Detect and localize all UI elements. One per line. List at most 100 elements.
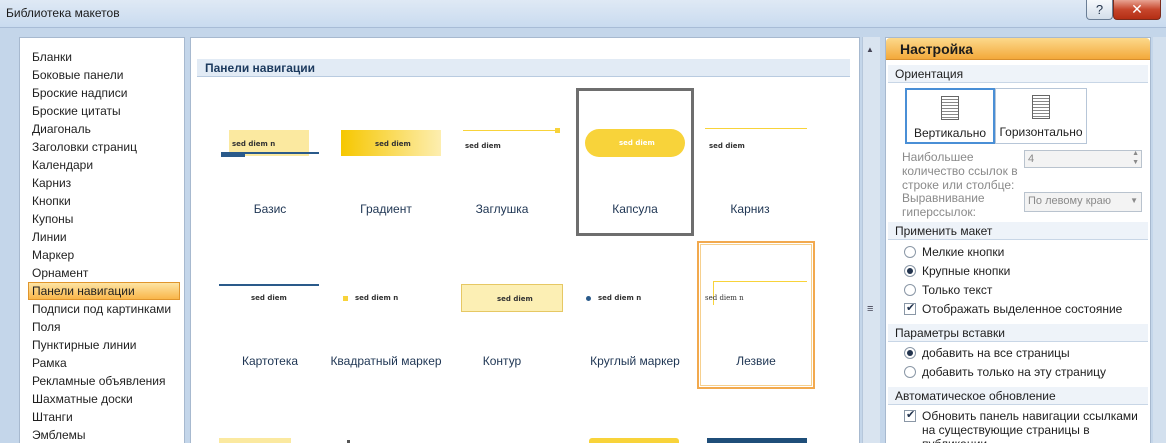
category-item[interactable]: Рамка (28, 354, 180, 372)
design-tile-blade[interactable]: sed diem n Лезвие (697, 241, 815, 389)
category-item[interactable]: Пунктирные линии (28, 336, 180, 354)
tile-label: Базис (253, 202, 287, 216)
category-item[interactable]: Броские надписи (28, 84, 180, 102)
chevron-down-icon: ▼ (1130, 196, 1138, 205)
category-item-selected[interactable]: Панели навигации (28, 282, 180, 300)
preview-bar (589, 438, 679, 443)
design-gallery: Панели навигации sed diem n Базис sed di… (190, 37, 860, 443)
preview-text: sed diem n (355, 294, 399, 302)
preview-marker (343, 296, 348, 301)
preview-bar (707, 438, 807, 443)
radio-text-only-label: Только текст (922, 283, 993, 297)
preview-text: sed diem n (232, 140, 276, 148)
design-tile-gradient[interactable]: sed diem Градиент (327, 90, 445, 238)
spinner-arrows-icon: ▲ ▼ (1132, 150, 1139, 166)
category-item[interactable]: Штанги (28, 408, 180, 426)
vertical-page-icon (941, 96, 959, 120)
category-item[interactable]: Шахматные доски (28, 390, 180, 408)
close-icon: ✕ (1131, 1, 1143, 17)
preview-line (219, 284, 319, 286)
design-tile-placeholder[interactable]: sed diem Заглушка (443, 90, 561, 238)
preview-line (713, 281, 807, 282)
preview-text: sed diem (497, 295, 533, 303)
help-button[interactable]: ? (1086, 0, 1113, 20)
category-item[interactable]: Линии (28, 228, 180, 246)
radio-small-buttons[interactable] (904, 246, 916, 258)
horizontal-page-icon (1032, 95, 1050, 119)
checkbox-show-selected[interactable] (904, 301, 916, 315)
align-dropdown[interactable]: По левому краю ▼ (1024, 192, 1142, 212)
settings-pane: Настройка Ориентация Вертикально Горизон… (885, 37, 1151, 443)
category-item[interactable]: Подписи под картинками (28, 300, 180, 318)
category-item[interactable]: Диагональ (28, 120, 180, 138)
design-tile-square-marker[interactable]: sed diem n Квадратный маркер (327, 244, 445, 392)
radio-large-buttons-label: Крупные кнопки (922, 264, 1011, 278)
category-item[interactable]: Рекламные объявления (28, 372, 180, 390)
preview-text: sed diem (375, 140, 411, 148)
category-item[interactable]: Купоны (28, 210, 180, 228)
pane-scrollbar[interactable] (1153, 37, 1166, 443)
splitter-grip-icon[interactable]: ≡ (867, 303, 873, 315)
category-item[interactable]: Бланки (28, 48, 180, 66)
category-item[interactable]: Орнамент (28, 264, 180, 282)
tile-label: Градиент (360, 202, 412, 216)
tile-label: Контур (482, 354, 522, 368)
radio-text-only[interactable] (904, 284, 916, 296)
radio-this-page-label: добавить только на эту страницу (922, 365, 1107, 379)
category-item[interactable]: Броские цитаты (28, 102, 180, 120)
preview-text: sed diem (709, 142, 745, 150)
design-tile-card-index[interactable]: sed diem Картотека (211, 244, 329, 392)
collapse-arrow-icon[interactable]: ▲ (866, 45, 874, 54)
section-orientation: Ориентация (888, 65, 1148, 83)
checkbox-update-nav-label: Обновить панель навигации ссылками на су… (922, 409, 1138, 443)
radio-all-pages[interactable] (904, 347, 916, 359)
preview-text: sed diem (251, 294, 287, 302)
category-item[interactable]: Кнопки (28, 192, 180, 210)
preview-tab (221, 154, 245, 157)
radio-large-buttons[interactable] (904, 265, 916, 277)
tile-label: Квадратный маркер (330, 354, 442, 368)
preview-text: sed diem n (705, 294, 744, 302)
design-tile-cornice[interactable]: sed diem Карниз (691, 90, 809, 238)
design-tile-capsule[interactable]: sed diem Капсула (576, 88, 694, 236)
category-item[interactable]: Маркер (28, 246, 180, 264)
preview-bar (219, 438, 291, 443)
tile-label: Лезвие (736, 354, 776, 368)
design-tile-basis[interactable]: sed diem n Базис (211, 90, 329, 238)
design-tile-round-marker[interactable]: sed diem n Круглый маркер (576, 244, 694, 392)
category-item[interactable]: Поля (28, 318, 180, 336)
radio-this-page[interactable] (904, 366, 916, 378)
orientation-horizontal-button[interactable]: Горизонтально (995, 88, 1087, 144)
tile-label: Картотека (241, 354, 299, 368)
category-item[interactable]: Календари (28, 156, 180, 174)
category-item[interactable]: Эмблемы (28, 426, 180, 443)
gallery-header: Панели навигации (197, 59, 850, 77)
preview-text: sed diem (465, 142, 501, 150)
close-button[interactable]: ✕ (1113, 0, 1161, 20)
preview-text: sed diem n (598, 294, 642, 302)
tile-label: Круглый маркер (590, 354, 680, 368)
checkbox-update-nav[interactable] (904, 408, 916, 422)
tile-label: Карниз (730, 202, 770, 216)
preview-line (463, 130, 559, 131)
orientation-vertical-button[interactable]: Вертикально (905, 88, 995, 144)
section-auto-update: Автоматическое обновление (888, 387, 1148, 405)
title-bar: Библиотека макетов ? ✕ (0, 0, 1166, 28)
max-links-spinner[interactable]: 4 ▲ ▼ (1024, 150, 1142, 168)
category-item[interactable]: Заголовки страниц (28, 138, 180, 156)
category-item[interactable]: Карниз (28, 174, 180, 192)
pane-header: Настройка (886, 38, 1150, 60)
preview-line (705, 128, 807, 129)
category-item[interactable]: Боковые панели (28, 66, 180, 84)
pane-splitter[interactable]: ▲ ≡ (862, 37, 880, 443)
section-apply-layout: Применить макет (888, 222, 1148, 240)
radio-all-pages-label: добавить на все страницы (922, 346, 1070, 360)
checkbox-show-selected-label: Отображать выделенное состояние (922, 302, 1123, 316)
max-links-label: Наибольшее количество ссылок в строке ил… (902, 150, 1018, 192)
preview-text: sed diem (619, 139, 655, 147)
tile-label: Заглушка (475, 202, 529, 216)
radio-small-buttons-label: Мелкие кнопки (922, 245, 1005, 259)
align-label: Выравнивание гиперссылок: (902, 191, 985, 219)
window-title: Библиотека макетов (6, 6, 120, 20)
design-tile-outline[interactable]: sed diem Контур (443, 244, 563, 392)
